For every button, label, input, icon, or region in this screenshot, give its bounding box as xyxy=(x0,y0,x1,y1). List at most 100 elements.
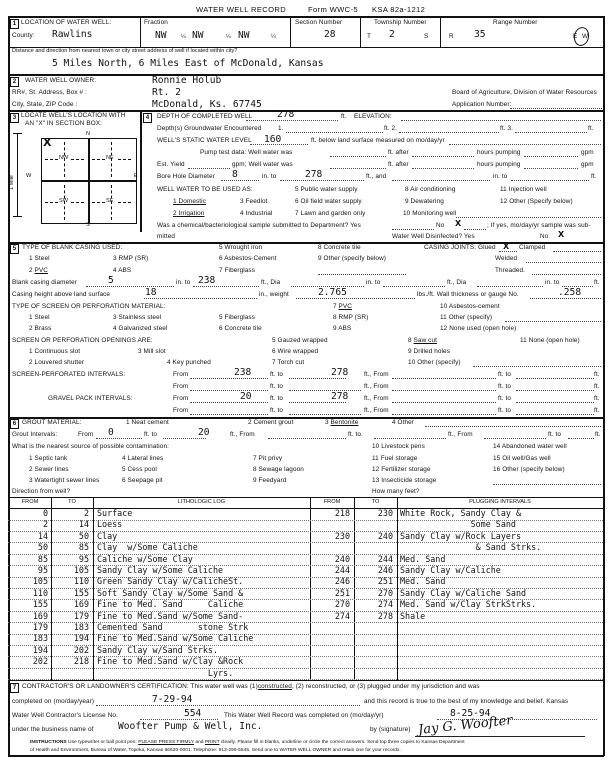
casing-type-2[interactable]: 2 PVC xyxy=(29,267,48,274)
screen-mat-10[interactable]: 10 Asbestos-cement xyxy=(440,303,500,310)
section-box-diagram[interactable]: NW NE SW SE X xyxy=(41,136,137,224)
contam-5[interactable]: 5 Cess pool xyxy=(122,466,157,473)
water-use-6[interactable]: 6 Oil field water supply xyxy=(295,198,362,205)
screen-mat-1[interactable]: 1 Steel xyxy=(29,314,50,321)
grout-type-3[interactable]: 3 Bentonite xyxy=(325,419,358,426)
table-row: 155 xyxy=(32,599,48,610)
water-use-2-num: 2 xyxy=(173,210,177,217)
contam-9[interactable]: 9 Feedyard xyxy=(253,477,286,484)
opening-4[interactable]: 4 Key punched xyxy=(167,359,211,366)
water-use-9[interactable]: 9 Dewatering xyxy=(405,198,444,205)
casing-type-3[interactable]: 3 RMP (SR) xyxy=(113,255,148,262)
casing-type-7[interactable]: 7 Fiberglass xyxy=(219,267,255,274)
contam-6[interactable]: 6 Seepage pit xyxy=(122,477,163,484)
contam-15[interactable]: 15 Oil well/Gas well xyxy=(493,455,551,462)
screen-mat-9[interactable]: 9 ABS xyxy=(333,325,351,332)
water-use-3[interactable]: 3 Feedlot xyxy=(240,198,268,205)
opening-1[interactable]: 1 Continuous slot xyxy=(29,348,80,355)
joints-glued-blank xyxy=(499,251,517,252)
grout-type-1[interactable]: 1 Neat cement xyxy=(126,419,169,426)
contam-13-label: Insecticide storage xyxy=(381,477,437,484)
screen-mat-7[interactable]: 7 PVC xyxy=(333,303,352,310)
casing-weight-unit-label: in., weight xyxy=(259,291,289,298)
casing-type-9[interactable]: 9 Other (specify below) xyxy=(318,255,386,262)
sample-no-blank xyxy=(464,229,486,230)
screen-mat-11[interactable]: 11 Other (specify) xyxy=(440,314,492,321)
grout-type-4-num: 4 xyxy=(392,419,396,426)
screen-mat-4[interactable]: 4 Galvanized steel xyxy=(113,325,167,332)
grout-type-4-label: Other xyxy=(397,419,415,426)
water-use-10[interactable]: 10 Monitoring well xyxy=(403,210,456,217)
water-use-1[interactable]: 1 Domestic xyxy=(173,198,206,205)
grout-type-4[interactable]: 4 Other xyxy=(392,419,415,426)
instructions-print: PRINT xyxy=(204,740,220,745)
water-use-7[interactable]: 7 Lawn and garden only xyxy=(295,210,365,217)
contam-1-num: 1 xyxy=(29,455,33,462)
contam-7-num: 7 xyxy=(253,455,257,462)
dash-nw-left xyxy=(45,159,58,160)
grout-type-2[interactable]: 2 Cement grout xyxy=(248,419,293,426)
screen-mat-8[interactable]: 8 RMP (SR) xyxy=(333,314,368,321)
water-use-8[interactable]: 8 Air conditioning xyxy=(405,186,455,193)
contam-12[interactable]: 12 Fertilizer storage xyxy=(372,466,431,473)
opening-10[interactable]: 10 Other (specify) xyxy=(408,359,461,366)
contam-10[interactable]: 10 Livestock pens xyxy=(372,443,425,450)
contam-2[interactable]: 2 Sewer lines xyxy=(29,466,69,473)
col-header-from-left: FROM xyxy=(21,499,39,505)
casing-type-5-label: Wrought iron xyxy=(224,244,263,251)
contam-3[interactable]: 3 Watertight sewer lines xyxy=(29,477,99,484)
contam-1[interactable]: 1 Septic tank xyxy=(29,455,67,462)
opening-3[interactable]: 3 Mill slot xyxy=(138,348,166,355)
opening-11[interactable]: 11 None (open hole) xyxy=(520,337,580,344)
water-use-4[interactable]: 4 Industrial xyxy=(240,210,272,217)
opening-9[interactable]: 9 Drilled holes xyxy=(408,348,450,355)
opening-5[interactable]: 5 Gauzed wrapped xyxy=(272,337,328,344)
gravel-int-from-blank-4 xyxy=(392,414,496,415)
casing-type-4[interactable]: 4 ABS xyxy=(113,267,131,274)
contam-14[interactable]: 14 Abandoned water well xyxy=(493,443,567,450)
water-use-5[interactable]: 5 Public water supply xyxy=(295,186,358,193)
blank-casing-dia-value: 5 xyxy=(108,275,114,286)
screen-mat-2[interactable]: 2 Brass xyxy=(29,325,51,332)
table-row: White Rock, Sandy Clay & xyxy=(400,508,522,518)
screen-mat-6[interactable]: 6 Concrete tile xyxy=(219,325,262,332)
bore-blank-2 xyxy=(392,180,490,181)
opening-2[interactable]: 2 Louvered shutter xyxy=(29,359,84,366)
contam-13[interactable]: 13 Insecticide storage xyxy=(372,477,437,484)
dash-se-right xyxy=(118,202,131,203)
section-2-number: 2 xyxy=(10,77,19,87)
casing-type-8[interactable]: 8 Concrete tile xyxy=(318,244,361,251)
contam-16[interactable]: 16 Other (specify below) xyxy=(493,466,565,473)
contam-14-label: Abandoned water well xyxy=(501,443,567,450)
compass-north-label: N xyxy=(86,131,91,137)
screen-mat-5[interactable]: 5 Fiberglass xyxy=(219,314,255,321)
casing-type-5-num: 5 xyxy=(219,244,223,251)
screen-mat-12[interactable]: 12 None used (open hole) xyxy=(440,325,516,332)
screen-mat-11-num: 11 xyxy=(440,314,447,321)
water-use-12[interactable]: 12 Other (Specify below) xyxy=(500,198,573,205)
opening-6[interactable]: 6 Wire wrapped xyxy=(272,348,318,355)
water-use-11[interactable]: 11 Injection well xyxy=(500,186,547,193)
water-use-2[interactable]: 2 Irrigation xyxy=(173,210,204,217)
gauge-value: .258 xyxy=(558,287,582,298)
opening-7[interactable]: 7 Torch cut xyxy=(272,359,304,366)
cert-constructed: constructed xyxy=(257,683,292,690)
contam-12-num: 12 xyxy=(372,466,380,473)
casing-type-1[interactable]: 1 Steel xyxy=(29,255,50,262)
casing-type-6[interactable]: 6 Asbestos-Cement xyxy=(219,255,276,262)
casing-type-5[interactable]: 5 Wrought iron xyxy=(219,244,263,251)
contam-4[interactable]: 4 Lateral lines xyxy=(122,455,163,462)
blank-in-to-3-label: in. to xyxy=(545,279,560,286)
screen-int-from-blank-4 xyxy=(392,390,496,391)
opening-8[interactable]: 8 Saw cut xyxy=(408,337,437,344)
screen-mat-3[interactable]: 3 Stainless steel xyxy=(113,314,161,321)
table-row: 179 xyxy=(73,610,89,621)
table-row: 194 xyxy=(32,644,48,655)
screen-mat-10-num: 10 xyxy=(440,303,448,310)
groundwater-1-label: 1. xyxy=(278,125,284,132)
joints-threaded-label: Threaded. xyxy=(495,267,526,274)
contam-11[interactable]: 11 Fuel storage xyxy=(372,455,417,462)
contam-8[interactable]: 8 Sewage lagoon xyxy=(253,466,304,473)
est-yield-gpm-label: gpm xyxy=(581,161,594,168)
contam-7[interactable]: 7 Pit privy xyxy=(253,455,282,462)
